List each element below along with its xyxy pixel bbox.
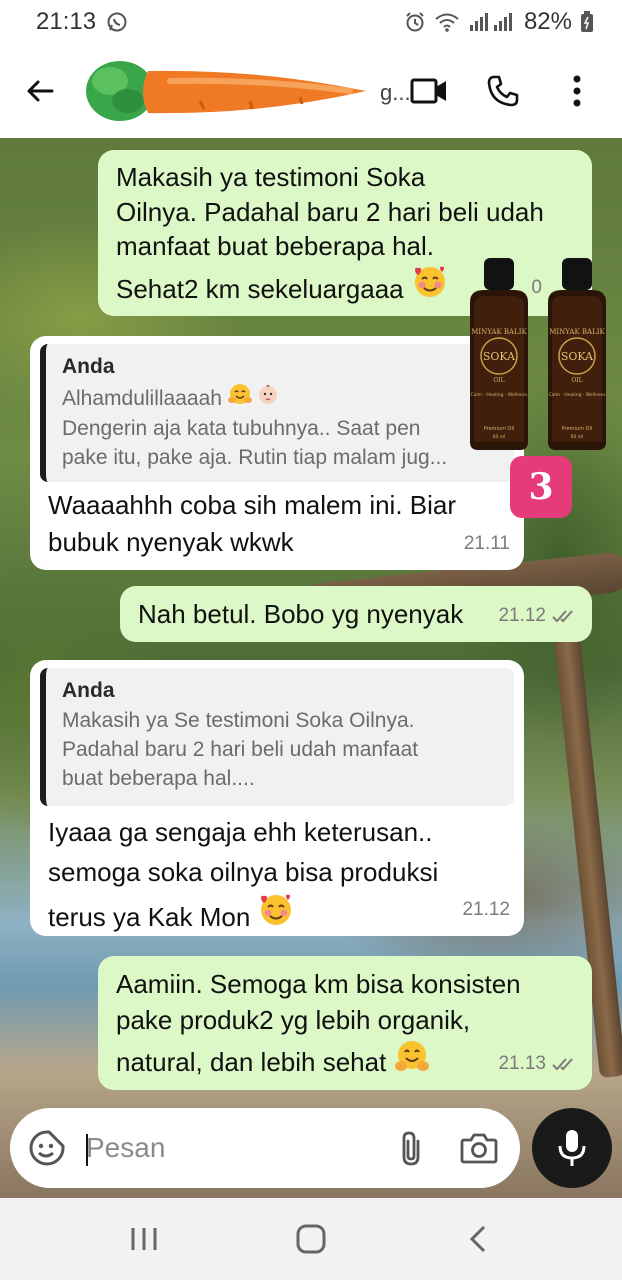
bottle-footer: Premium Oil [484, 426, 515, 432]
signal-icon [468, 11, 516, 33]
message-line: natural, dan lebih sehat [116, 1047, 387, 1077]
message-line: bubuk nyenyak wkwk [48, 527, 294, 557]
bottle-label: MINYAK BALIK [471, 328, 527, 336]
carrot-icon [86, 61, 366, 121]
more-options-button[interactable] [554, 68, 600, 114]
message-line: pake produk2 yg lebih organik, [116, 1005, 471, 1035]
message-time-text: 21.12 [498, 605, 546, 626]
quote-line: Alhamdulillaaaah [62, 386, 222, 410]
bottle-brand: SOKA [561, 350, 594, 363]
message-input-bar[interactable]: Pesan [10, 1108, 520, 1188]
home-icon [296, 1224, 326, 1254]
message-time: 21.12 [498, 598, 578, 634]
phone-icon [487, 75, 519, 107]
message-line: Sehat2 km sekeluargaaa [116, 273, 404, 304]
message-bubble-outgoing[interactable]: Nah betul. Bobo yg nyenyak 21.12 [120, 586, 592, 642]
message-bubble-incoming[interactable]: Anda Makasih ya Se testimoni Soka Oilnya… [30, 660, 524, 936]
product-image: MINYAK BALIK SOKA OIL Calm · Healing · W… [462, 256, 618, 452]
quote-line: Padahal baru 2 hari beli udah manfaat [62, 738, 419, 761]
status-time: 21:13 [36, 8, 97, 35]
app-bar: g... [0, 44, 622, 138]
number-badge: 3 [510, 456, 572, 518]
message-line: Oilnya. Padahal baru 2 hari beli udah [116, 197, 544, 227]
smiling-hearts-emoji-icon [412, 264, 448, 313]
hugging-face-emoji-icon [227, 382, 252, 414]
camera-icon[interactable] [460, 1132, 498, 1164]
back-nav-button[interactable] [448, 1209, 508, 1269]
contact-name: g... [380, 80, 411, 105]
product-bottle-right: MINYAK BALIK SOKA OIL Calm · Healing · W… [548, 258, 606, 450]
contact-header[interactable]: g... [80, 44, 411, 138]
message-time: 21.13 [498, 1046, 578, 1082]
bottle-tagline: Calm · Healing · Wellness [549, 392, 607, 398]
alarm-icon [404, 11, 426, 33]
message-line: Makasih ya testimoni Soka [116, 162, 426, 192]
quote-line: Makasih ya Se testimoni Soka Oilnya. [62, 709, 415, 732]
bottle-brand: SOKA [483, 350, 516, 363]
bottle-footer: Premium Oil [562, 426, 593, 432]
quote-line: Dengerin aja kata tubuhnya.. Saat pen [62, 417, 421, 440]
message-time: 21.11 [463, 533, 510, 554]
whatsapp-icon [106, 11, 128, 33]
message-input[interactable]: Pesan [66, 1132, 398, 1166]
voice-call-button[interactable] [480, 68, 526, 114]
wifi-icon [434, 11, 460, 33]
bottle-sub: OIL [571, 377, 582, 384]
hugging-face-emoji-icon [394, 1038, 430, 1086]
battery-percent: 82% [523, 8, 572, 35]
chat-area[interactable]: Makasih ya testimoni Soka Oilnya. Padaha… [0, 138, 622, 1198]
battery-icon [580, 11, 594, 33]
smiling-hearts-emoji-icon [258, 892, 294, 941]
quoted-message[interactable]: Anda Makasih ya Se testimoni Soka Oilnya… [40, 668, 514, 806]
quote-line: buat beberapa hal.... [62, 767, 255, 790]
message-line: semoga soka oilnya bisa produksi [48, 857, 439, 887]
system-nav-bar [0, 1198, 622, 1280]
message-time-text: 21.13 [498, 1053, 546, 1074]
back-arrow-icon [27, 80, 54, 102]
recent-apps-icon [131, 1228, 157, 1250]
quote-author: Anda [62, 679, 115, 702]
text-caret [86, 1134, 88, 1166]
bottle-tagline: Calm · Healing · Wellness [471, 392, 529, 398]
bottle-volume: 60 ml [571, 434, 584, 440]
message-input-placeholder: Pesan [86, 1132, 166, 1163]
quote-author: Anda [62, 355, 115, 378]
mic-icon [558, 1130, 586, 1166]
back-button[interactable] [0, 44, 80, 138]
message-bubble-outgoing[interactable]: Aamiin. Semoga km bisa konsisten pake pr… [98, 956, 592, 1090]
baby-emoji-icon [256, 382, 280, 414]
message-line: Waaaahhh coba sih malem ini. Biar [48, 490, 457, 520]
more-icon [573, 75, 581, 107]
double-check-icon [552, 1058, 573, 1071]
back-chevron-icon [470, 1225, 486, 1253]
video-call-button[interactable] [406, 68, 452, 114]
message-line: terus ya Kak Mon [48, 901, 251, 932]
message-bubble-incoming[interactable]: Anda Alhamdulillaaaah Dengerin aja kata … [30, 336, 524, 570]
message-line: Aamiin. Semoga km bisa konsisten [116, 969, 521, 999]
bottle-sub: OIL [493, 377, 504, 384]
mic-button[interactable] [532, 1108, 612, 1188]
message-time: 21.12 [462, 899, 510, 920]
quoted-message[interactable]: Anda Alhamdulillaaaah Dengerin aja kata … [40, 344, 514, 482]
bottle-volume: 60 ml [493, 434, 506, 440]
bottle-label: MINYAK BALIK [549, 328, 605, 336]
message-line: Iyaaa ga sengaja ehh keterusan.. [48, 817, 433, 847]
sticker-icon[interactable] [28, 1129, 66, 1167]
status-bar: 21:13 82% [0, 0, 622, 44]
attach-icon[interactable] [398, 1129, 424, 1167]
double-check-icon [552, 610, 573, 623]
video-call-icon [410, 78, 446, 104]
quote-line: pake itu, pake aja. Rutin tiap malam jug… [62, 446, 448, 469]
product-bottle-left: MINYAK BALIK SOKA OIL Calm · Healing · W… [470, 258, 528, 450]
recent-apps-button[interactable] [114, 1209, 174, 1269]
home-button[interactable] [281, 1209, 341, 1269]
